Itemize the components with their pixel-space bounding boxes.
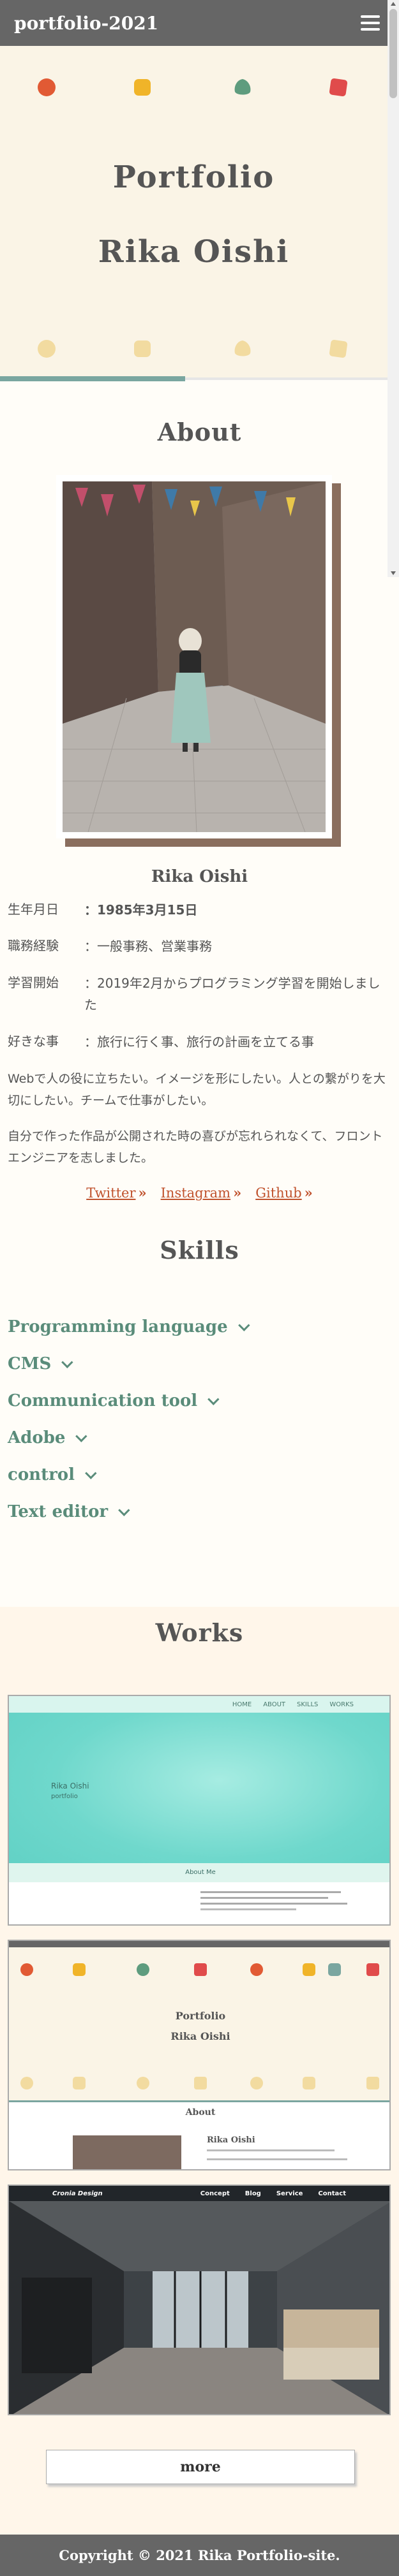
scroll-down-arrow-icon[interactable] [391, 571, 396, 575]
profile-row: 職務経験 ：一般事務、営業事務 [8, 935, 384, 957]
decorative-dot [234, 79, 251, 95]
decorative-dot [134, 79, 151, 96]
skill-item[interactable]: CMS [8, 1354, 73, 1373]
card3-nav-item: Service [276, 2190, 303, 2197]
skill-item[interactable]: Adobe [8, 1428, 87, 1447]
scrollbar-thumb[interactable] [389, 9, 397, 98]
profile-row: 生年月日 ：1985年3月15日 [8, 899, 384, 921]
profile-row: 学習開始 ：2019年2月からプログラミング学習を開始しました [8, 972, 384, 1016]
work-card-1[interactable]: HOME ABOUT SKILLS WORKS Rika Oishi portf… [8, 1695, 391, 1926]
skill-label: control [8, 1465, 75, 1484]
decorative-dot [134, 340, 151, 357]
twitter-link[interactable]: Twitter [86, 1185, 135, 1201]
card1-name: Rika Oishi [51, 1782, 89, 1790]
hero-title: Portfolio [112, 159, 275, 195]
works-heading: Works [155, 1618, 244, 1647]
card2-section: About [185, 2107, 216, 2118]
card3-nav-item: Concept [200, 2190, 230, 2197]
profile-value: ：1985年3月15日 [84, 902, 198, 918]
social-links: Twitter» Instagram» Github» [0, 1185, 399, 1201]
work-card-2[interactable]: Portfolio Rika Oishi About Rika Oishi [8, 1940, 391, 2170]
card1-text-lines [200, 1889, 354, 1921]
double-chevron-right-icon: » [138, 1185, 147, 1201]
profile-label: 生年月日 [8, 902, 59, 917]
card2-about-area: About Rika Oishi [9, 2100, 389, 2169]
work-card-3[interactable]: Cronia Design Concept Blog Service Conta… [8, 2184, 391, 2415]
github-link[interactable]: Github [255, 1185, 301, 1201]
card1-nav-item: SKILLS [297, 1701, 319, 1708]
double-chevron-right-icon: » [233, 1185, 242, 1201]
card2-header-bar [9, 1941, 389, 1947]
skill-label: CMS [8, 1354, 52, 1373]
profile-value: ：一般事務、営業事務 [84, 939, 212, 954]
scroll-progress-track [185, 377, 388, 380]
skill-label: Text editor [8, 1502, 109, 1521]
about-paragraph: 自分で作った作品が公開された時の喜びが忘れられなくて、フロントエンジニアを志しま… [8, 1129, 383, 1165]
profile-row: 好きな事 ：旅行に行く事、旅行の計画を立てる事 [8, 1031, 384, 1053]
more-button[interactable]: more [46, 2450, 355, 2484]
profile-value: ：旅行に行く事、旅行の計画を立てる事 [84, 1034, 314, 1050]
scroll-progress-bar [0, 376, 185, 381]
chevron-down-icon [207, 1393, 220, 1405]
skill-item[interactable]: control [8, 1465, 97, 1484]
card2-title: Portfolio [175, 2010, 226, 2022]
chevron-down-icon [61, 1356, 73, 1368]
site-header: portfolio-2021 [0, 0, 388, 46]
card1-nav: HOME ABOUT SKILLS WORKS [9, 1696, 389, 1713]
about-paragraph: Webで人の役に立ちたい。イメージを形にしたい。人との繋がりを大切にしたい。チー… [8, 1072, 386, 1108]
card2-thumb [73, 2135, 181, 2169]
profile-photo [56, 475, 332, 838]
chevron-down-icon [85, 1467, 97, 1479]
scroll-up-arrow-icon[interactable] [391, 2, 396, 6]
card3-brand: Cronia Design [52, 2190, 103, 2197]
hero-subtitle: Rika Oishi [98, 234, 290, 270]
decorative-dot [38, 340, 56, 358]
skills-heading: Skills [160, 1236, 239, 1264]
card3-nav: Cronia Design Concept Blog Service Conta… [9, 2186, 389, 2201]
card2-name: Rika Oishi [207, 2135, 255, 2145]
skill-item[interactable]: Programming language [8, 1317, 250, 1336]
skill-item[interactable]: Communication tool [8, 1391, 220, 1410]
card1-sub: portfolio [51, 1793, 78, 1800]
card2-top-dots [20, 1963, 379, 1976]
decorative-dot [38, 78, 56, 96]
street-photo-illustration [63, 481, 326, 832]
card1-hero: Rika Oishi portfolio [9, 1713, 389, 1882]
decorative-dot [329, 339, 348, 358]
card1-section: About Me [9, 1863, 389, 1882]
copyright-text: Copyright © 2021 Rika Portfolio-site. [59, 2547, 340, 2563]
hamburger-icon[interactable] [361, 15, 380, 31]
profile-label: 職務経験 [8, 938, 59, 953]
site-logo[interactable]: portfolio-2021 [14, 13, 158, 34]
hero-section: Portfolio Rika Oishi [0, 46, 388, 379]
card1-nav-item: WORKS [329, 1701, 354, 1708]
card2-bottom-dots [20, 2077, 379, 2089]
decorative-dot [234, 340, 251, 356]
skill-label: Programming language [8, 1317, 228, 1336]
card3-interior-photo [9, 2201, 389, 2414]
card3-nav-item: Blog [245, 2190, 261, 2197]
decorative-dot [329, 78, 348, 97]
card3-nav-item: Contact [318, 2190, 346, 2197]
double-chevron-right-icon: » [304, 1185, 313, 1201]
profile-label: 学習開始 [8, 975, 59, 990]
profile-value: ：2019年2月からプログラミング学習を開始しました [84, 976, 380, 1013]
skill-item[interactable]: Text editor [8, 1502, 130, 1521]
profile-label: 好きな事 [8, 1034, 59, 1049]
card1-nav-item: HOME [232, 1701, 252, 1708]
skill-label: Adobe [8, 1428, 66, 1447]
chevron-down-icon [118, 1504, 130, 1516]
site-footer: Copyright © 2021 Rika Portfolio-site. [0, 2535, 399, 2576]
chevron-down-icon [237, 1319, 250, 1331]
card2-subtitle: Rika Oishi [170, 2030, 230, 2042]
scrollbar[interactable] [388, 0, 399, 577]
instagram-link[interactable]: Instagram [161, 1185, 230, 1201]
chevron-down-icon [75, 1430, 87, 1442]
card1-nav-item: ABOUT [263, 1701, 286, 1708]
about-heading: About [157, 418, 242, 446]
skill-label: Communication tool [8, 1391, 198, 1410]
profile-name: Rika Oishi [151, 867, 248, 886]
